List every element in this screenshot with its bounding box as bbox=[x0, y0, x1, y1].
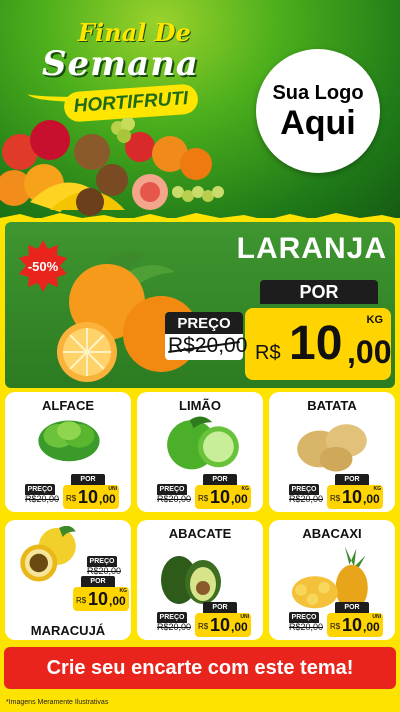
strikethrough-line bbox=[87, 571, 122, 572]
price-integer: 10 bbox=[78, 487, 99, 507]
currency: R$ bbox=[330, 622, 341, 631]
por-label: POR bbox=[203, 602, 237, 613]
product-name: ABACATE bbox=[168, 526, 232, 541]
old-price: R$20,00 bbox=[25, 494, 60, 504]
product-card: LIMÃO PREÇO R$20,00 POR KG R$ 10,00 bbox=[137, 392, 263, 512]
currency: R$ bbox=[330, 494, 341, 503]
header-banner: Final De Semana HORTIFRUTI Sua Logo Aqui bbox=[0, 0, 400, 222]
price-cents: ,00 bbox=[109, 594, 126, 608]
lime-icon bbox=[167, 416, 239, 470]
title-final-de: Final De bbox=[78, 18, 191, 47]
price-tag: KG R$ 10,00 bbox=[327, 485, 383, 509]
price-integer: 10 bbox=[210, 487, 231, 507]
price-integer: 10 bbox=[88, 589, 109, 609]
product-name: ALFACE bbox=[42, 398, 94, 413]
price-cents: ,00 bbox=[363, 492, 380, 506]
old-price: R$20,00 bbox=[157, 622, 192, 632]
product-image bbox=[11, 525, 85, 588]
strikethrough-line bbox=[289, 499, 324, 500]
logo-line-2: Aqui bbox=[280, 103, 356, 142]
product-name: ABACAXI bbox=[302, 526, 362, 541]
old-price: R$20,00 bbox=[289, 494, 324, 504]
price-cents: ,00 bbox=[363, 620, 380, 634]
cta-banner[interactable]: Crie seu encarte com este tema! bbox=[4, 647, 396, 689]
product-image bbox=[291, 412, 373, 472]
price-integer: 10 bbox=[342, 487, 363, 507]
price-tag: UNI R$ 10,00 bbox=[327, 613, 383, 637]
price-cents: ,00 bbox=[231, 620, 248, 634]
product-card: BATATA PREÇO R$20,00 POR KG R$ 10,00 bbox=[269, 392, 395, 512]
old-price: R$20,00 bbox=[87, 566, 122, 576]
currency: R$ bbox=[198, 622, 209, 631]
product-name: BATATA bbox=[307, 398, 357, 413]
price-tag: KG R$ 10,00 bbox=[73, 587, 129, 611]
price-integer: 10 bbox=[210, 615, 231, 635]
featured-price-tag: KG R$ 10 ,00 bbox=[245, 308, 391, 380]
price-cents: ,00 bbox=[99, 492, 116, 506]
avocado-icon bbox=[161, 556, 221, 604]
price-tag: UNI R$ 10,00 bbox=[63, 485, 119, 509]
product-card: ALFACE PREÇO R$20,00 POR UNI R$ 10,00 bbox=[5, 392, 131, 512]
featured-product-name: LARANJA bbox=[236, 232, 387, 265]
featured-preco-label: PREÇO bbox=[165, 312, 243, 334]
featured-price-cents: ,00 bbox=[347, 334, 392, 370]
product-card: ABACATE PREÇO R$20,00 POR UNI R$ 10,00 bbox=[137, 520, 263, 640]
featured-price-integer: 10 bbox=[289, 317, 343, 370]
discount-label: -50% bbox=[27, 258, 59, 274]
product-name: MARACUJÁ bbox=[30, 623, 106, 638]
strikethrough-line bbox=[157, 627, 192, 628]
product-card: MARACUJÁ PREÇO R$20,00 POR KG R$ 10,00 bbox=[5, 520, 131, 640]
fruit-pile-icon bbox=[0, 117, 224, 216]
por-label: POR bbox=[335, 602, 369, 613]
product-image bbox=[285, 544, 377, 611]
price-tag: UNI R$ 10,00 bbox=[195, 613, 251, 637]
logo-placeholder: Sua Logo Aqui bbox=[256, 49, 380, 173]
featured-price-unit: KG bbox=[366, 314, 384, 326]
strikethrough-line bbox=[157, 499, 192, 500]
old-price: R$20,00 bbox=[157, 494, 192, 504]
price-integer: 10 bbox=[342, 615, 363, 635]
por-label: POR bbox=[81, 576, 115, 587]
featured-por-label: POR bbox=[260, 280, 378, 304]
title-semana: Semana bbox=[42, 44, 199, 84]
passion-fruit-icon bbox=[20, 525, 76, 582]
featured-product-laranja: -50% LARANJA POR KG R$ 10 ,00 PREÇO R$20… bbox=[5, 222, 395, 388]
product-card: ABACAXI PREÇO R$20,00 POR UNI R$ 10,00 bbox=[269, 520, 395, 640]
strikethrough-line bbox=[25, 499, 60, 500]
featured-currency: R$ bbox=[255, 342, 281, 364]
old-price: R$20,00 bbox=[289, 622, 324, 632]
price-cents: ,00 bbox=[231, 492, 248, 506]
por-label: POR bbox=[203, 474, 237, 485]
currency: R$ bbox=[198, 494, 209, 503]
product-image bbox=[149, 546, 229, 610]
currency: R$ bbox=[66, 494, 77, 503]
footnote: *Imagens Meramente Ilustrativas bbox=[6, 699, 109, 706]
product-image bbox=[35, 412, 103, 468]
product-name: LIMÃO bbox=[179, 398, 221, 413]
currency: R$ bbox=[76, 596, 87, 605]
price-tag: KG R$ 10,00 bbox=[195, 485, 251, 509]
lettuce-icon bbox=[38, 420, 100, 462]
logo-line-1: Sua Logo bbox=[272, 81, 364, 104]
potato-icon bbox=[297, 424, 367, 472]
por-label: POR bbox=[71, 474, 105, 485]
por-label: POR bbox=[335, 474, 369, 485]
strikethrough-line bbox=[289, 627, 324, 628]
product-image bbox=[161, 414, 243, 470]
featured-old-price: R$20,00 bbox=[168, 334, 247, 358]
